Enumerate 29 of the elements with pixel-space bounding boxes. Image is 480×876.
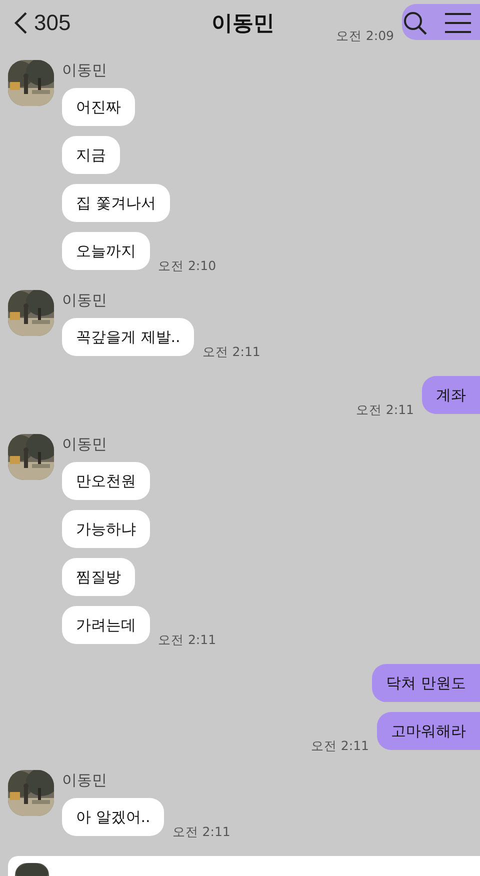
message-time: 오전 2:09	[336, 30, 394, 42]
message-time: 오전 2:11	[202, 346, 260, 358]
sender-name: 이동민	[62, 62, 108, 78]
chat-title: 이동민	[212, 10, 274, 37]
received-message-bubble: 만오천원	[62, 462, 150, 500]
received-message-bubble: 집 쫓겨나서	[62, 184, 170, 222]
received-message-bubble: 찜질방	[62, 558, 135, 596]
message-time: 오전 2:11	[310, 740, 369, 752]
chevron-icon	[14, 11, 28, 35]
received-message-bubble: 지금	[62, 136, 120, 174]
back-button[interactable]: 305	[14, 10, 71, 36]
sent-message-bubble: 고마워해라	[377, 712, 480, 750]
received-message-bubble: 가능하냐	[62, 510, 150, 548]
message-time: 오전 2:10	[158, 260, 216, 272]
message-time: 오전 2:11	[172, 826, 230, 838]
received-message-bubble: 어진짜	[62, 88, 135, 126]
sender-name: 이동민	[62, 292, 108, 308]
search-icon[interactable]	[402, 10, 428, 36]
received-message-bubble: 오늘까지	[62, 232, 150, 270]
menu-icon[interactable]	[444, 12, 472, 34]
sender-name: 이동민	[62, 772, 108, 788]
sent-message-bubble: 계좌	[422, 376, 480, 414]
sender-name: 이동민	[62, 436, 108, 452]
sent-message-bubble: 닥쳐 만원도	[372, 664, 480, 702]
message-time: 오전 2:11	[356, 404, 414, 416]
received-message-bubble: 꼭갚을게 제발..	[62, 318, 194, 356]
received-message-bubble: 가려는데	[62, 606, 150, 644]
message-time: 오전 2:11	[158, 634, 216, 646]
received-message-bubble: 아 알겠어..	[62, 798, 164, 836]
